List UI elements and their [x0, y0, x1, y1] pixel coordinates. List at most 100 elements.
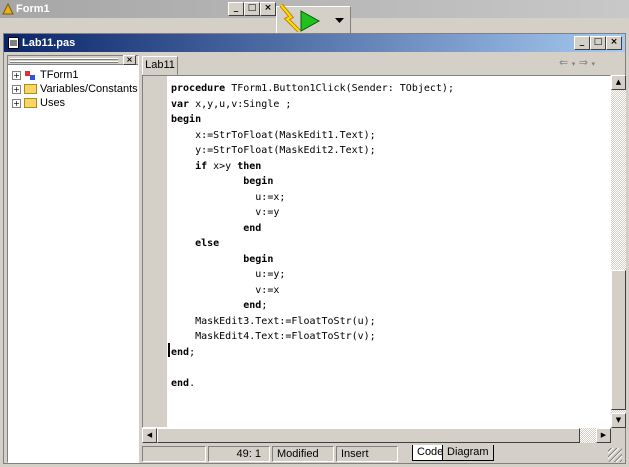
code-editor[interactable]: procedure TForm1.Button1Click(Sender: TO…: [142, 75, 611, 428]
scroll-right-button[interactable]: ▶: [596, 428, 611, 443]
insert-mode-indicator: Insert: [336, 446, 398, 462]
folder-icon: [24, 84, 37, 95]
tab-lab11[interactable]: Lab11: [142, 56, 178, 75]
editor-maximize-button[interactable]: □: [590, 36, 606, 50]
code-line: else: [171, 236, 219, 252]
tree-item-tform1[interactable]: + TForm1: [12, 68, 79, 82]
keyword: begin: [171, 176, 274, 187]
text-caret: [168, 343, 170, 357]
code-line: v:=y: [171, 205, 279, 221]
nav-arrows: ⇐ ▾ ⇒ ▾: [559, 56, 623, 72]
code-text: TForm1.Button1Click(Sender: TObject);: [225, 83, 454, 94]
editor-tab-strip: [142, 55, 625, 75]
code-text: ;: [189, 346, 196, 358]
code-line: end.: [171, 376, 195, 392]
scroll-down-button[interactable]: ▼: [611, 413, 626, 428]
keyword: var: [171, 98, 190, 110]
chevron-down-icon[interactable]: [335, 18, 344, 24]
editor-title: Lab11.pas: [22, 37, 76, 49]
code-line: y:=StrToFloat(MaskEdit2.Text);: [171, 143, 376, 159]
tree-item-label: Variables/Constants: [40, 83, 138, 95]
status-bar: 49: 1 Modified Insert Code Diagram: [142, 444, 625, 463]
run-toolbar: [276, 3, 351, 36]
code-text: x,y,u,v:Single ;: [189, 98, 292, 110]
code-line: begin: [171, 112, 201, 128]
code-text: x>y: [207, 160, 238, 172]
editor-gutter[interactable]: [143, 76, 167, 427]
modified-indicator: Modified: [272, 446, 334, 462]
code-line: end;: [171, 345, 195, 361]
code-line: MaskEdit4.Text:=FloatToStr(v);: [171, 329, 376, 345]
code-line: end;: [171, 298, 267, 314]
chevron-down-icon[interactable]: ▾: [572, 60, 576, 68]
code-text: v:=y: [171, 207, 280, 218]
back-arrow-icon[interactable]: ⇐: [559, 56, 568, 69]
tree-item-uses[interactable]: + Uses: [12, 96, 65, 110]
editor-title-bar: Lab11.pas: [4, 34, 625, 52]
code-text: .: [189, 377, 196, 389]
form1-minimize-button[interactable]: _: [228, 2, 244, 16]
run-arrow-icon[interactable]: [279, 1, 327, 35]
scroll-left-button[interactable]: ◀: [142, 428, 157, 443]
expand-icon[interactable]: +: [12, 70, 21, 80]
code-explorer: × + TForm1 + Variables/Constants + Uses: [7, 55, 139, 463]
expand-icon[interactable]: +: [12, 98, 21, 108]
scroll-up-button[interactable]: ▲: [611, 75, 626, 90]
code-text: ;: [261, 300, 268, 311]
code-line: var x,y,u,v:Single ;: [171, 97, 291, 113]
explorer-close-button[interactable]: ×: [123, 55, 136, 65]
keyword: end: [171, 300, 262, 311]
folder-icon: [24, 98, 37, 109]
tab-diagram[interactable]: Diagram: [442, 445, 494, 461]
keyword: end: [171, 346, 190, 358]
code-line: begin: [171, 252, 273, 268]
code-line: v:=x: [171, 283, 279, 299]
explorer-grip[interactable]: ×: [8, 55, 138, 65]
code-line: u:=y;: [171, 267, 285, 283]
class-icon: [25, 70, 35, 80]
code-text: u:=y;: [171, 269, 286, 280]
vertical-scrollbar[interactable]: ▲ ▼: [611, 75, 626, 428]
form1-close-button[interactable]: ×: [260, 2, 276, 16]
code-text: u:=x;: [171, 191, 286, 203]
resize-grip-icon[interactable]: [608, 448, 622, 462]
code-text: y:=StrToFloat(MaskEdit2.Text);: [171, 145, 376, 156]
keyword: procedure: [171, 83, 226, 94]
code-text: MaskEdit3.Text:=FloatToStr(u);: [171, 315, 376, 327]
form1-title: Form1: [16, 3, 50, 15]
chevron-down-icon[interactable]: ▾: [591, 60, 595, 68]
form1-maximize-button[interactable]: □: [244, 2, 260, 16]
keyword: end: [171, 222, 262, 234]
editor-minimize-button[interactable]: _: [574, 36, 590, 50]
keyword: begin: [171, 253, 274, 265]
horizontal-scrollbar[interactable]: ◀ ▶: [142, 428, 611, 443]
tree-item-label: Uses: [40, 97, 66, 109]
keyword: if: [171, 160, 208, 172]
forward-arrow-icon[interactable]: ⇒: [579, 56, 588, 69]
editor-close-button[interactable]: ×: [606, 36, 622, 50]
delphi-app-icon: [2, 3, 14, 15]
code-line: procedure TForm1.Button1Click(Sender: TO…: [171, 81, 454, 97]
code-line: if x>y then: [171, 159, 261, 175]
code-text: MaskEdit4.Text:=FloatToStr(v);: [171, 331, 376, 342]
expand-icon[interactable]: +: [12, 84, 21, 94]
tree-item-variables-constants[interactable]: + Variables/Constants: [12, 82, 138, 96]
code-text: x:=StrToFloat(MaskEdit1.Text);: [171, 129, 376, 141]
tree-item-label: TForm1: [40, 69, 79, 81]
keyword: then: [237, 160, 262, 172]
code-line: end: [171, 221, 261, 237]
vertical-scroll-thumb[interactable]: [611, 270, 626, 410]
code-line: u:=x;: [171, 190, 285, 206]
status-blank: [142, 446, 206, 462]
code-line: MaskEdit3.Text:=FloatToStr(u);: [171, 314, 376, 330]
cursor-position: 49: 1: [208, 446, 270, 462]
horizontal-scroll-thumb[interactable]: [157, 428, 580, 443]
code-line: x:=StrToFloat(MaskEdit1.Text);: [171, 128, 376, 144]
editor-window: Lab11.pas _ □ × × + TForm1 + Variables/Con…: [3, 33, 626, 464]
keyword: begin: [171, 114, 202, 125]
file-icon: [8, 37, 19, 49]
code-text: v:=x: [171, 284, 280, 296]
keyword: end: [171, 377, 190, 389]
keyword: else: [171, 238, 220, 249]
code-line: begin: [171, 174, 273, 190]
